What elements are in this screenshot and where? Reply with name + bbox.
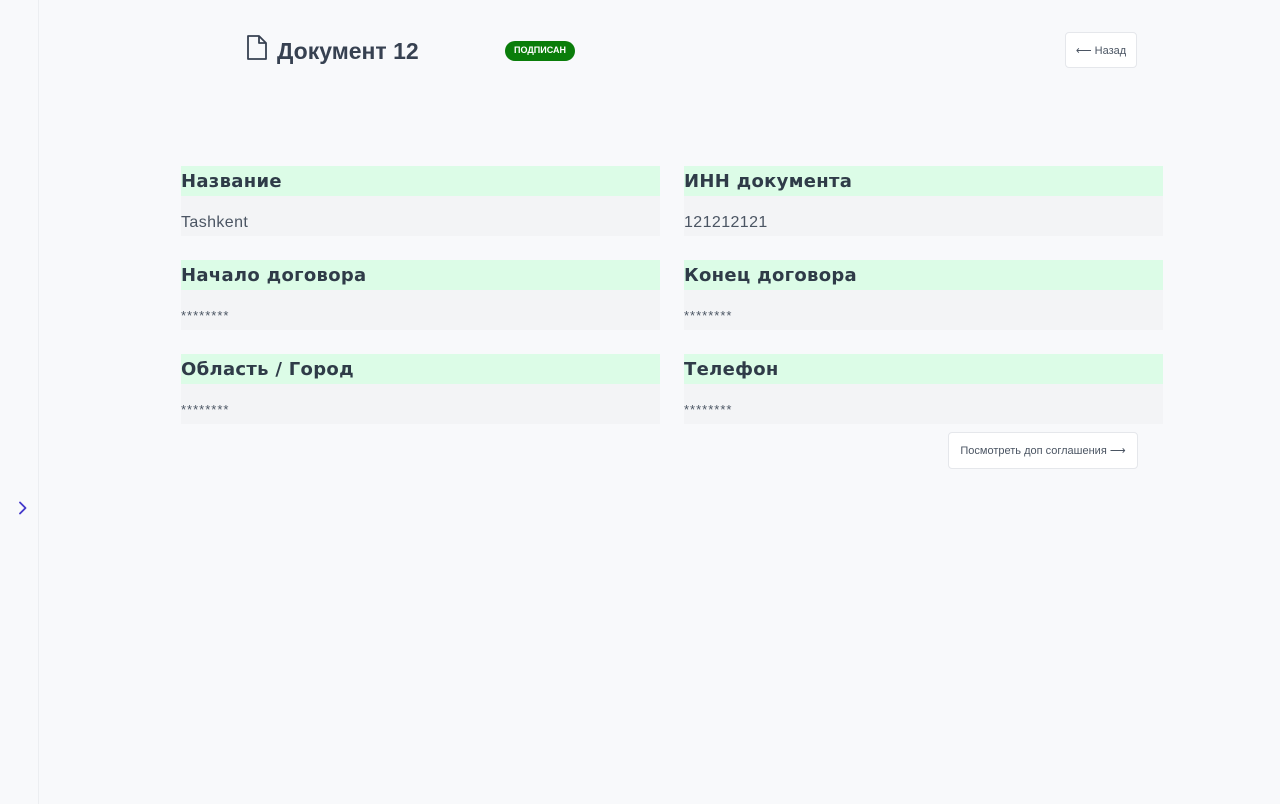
- status-badge: ПОДПИСАН: [505, 41, 575, 61]
- field-label: Область / Город: [181, 354, 660, 384]
- field-region-city: Область / Город ********: [181, 354, 660, 424]
- sidebar-toggle-button[interactable]: [14, 498, 32, 518]
- field-label: Конец договора: [684, 260, 1163, 290]
- chevron-right-icon: [19, 501, 27, 515]
- field-contract-start: Начало договора ********: [181, 260, 660, 330]
- field-inn: ИНН документа 121212121: [684, 166, 1163, 236]
- field-value: ********: [181, 384, 660, 424]
- field-value: 121212121: [684, 196, 1163, 236]
- back-button[interactable]: ⟵ Назад: [1065, 32, 1137, 68]
- field-label: ИНН документа: [684, 166, 1163, 196]
- view-supplementary-agreements-button[interactable]: Посмотреть доп соглашения ⟶: [948, 432, 1138, 469]
- field-value: ********: [684, 290, 1163, 330]
- field-value: ********: [684, 384, 1163, 424]
- page-title: Документ 12: [277, 38, 419, 64]
- field-contract-end: Конец договора ********: [684, 260, 1163, 330]
- document-icon: [246, 35, 268, 61]
- sidebar: [0, 0, 39, 804]
- field-label: Название: [181, 166, 660, 196]
- field-label: Начало договора: [181, 260, 660, 290]
- field-name: Название Tashkent: [181, 166, 660, 236]
- field-value: Tashkent: [181, 196, 660, 236]
- field-value: ********: [181, 290, 660, 330]
- field-label: Телефон: [684, 354, 1163, 384]
- field-phone: Телефон ********: [684, 354, 1163, 424]
